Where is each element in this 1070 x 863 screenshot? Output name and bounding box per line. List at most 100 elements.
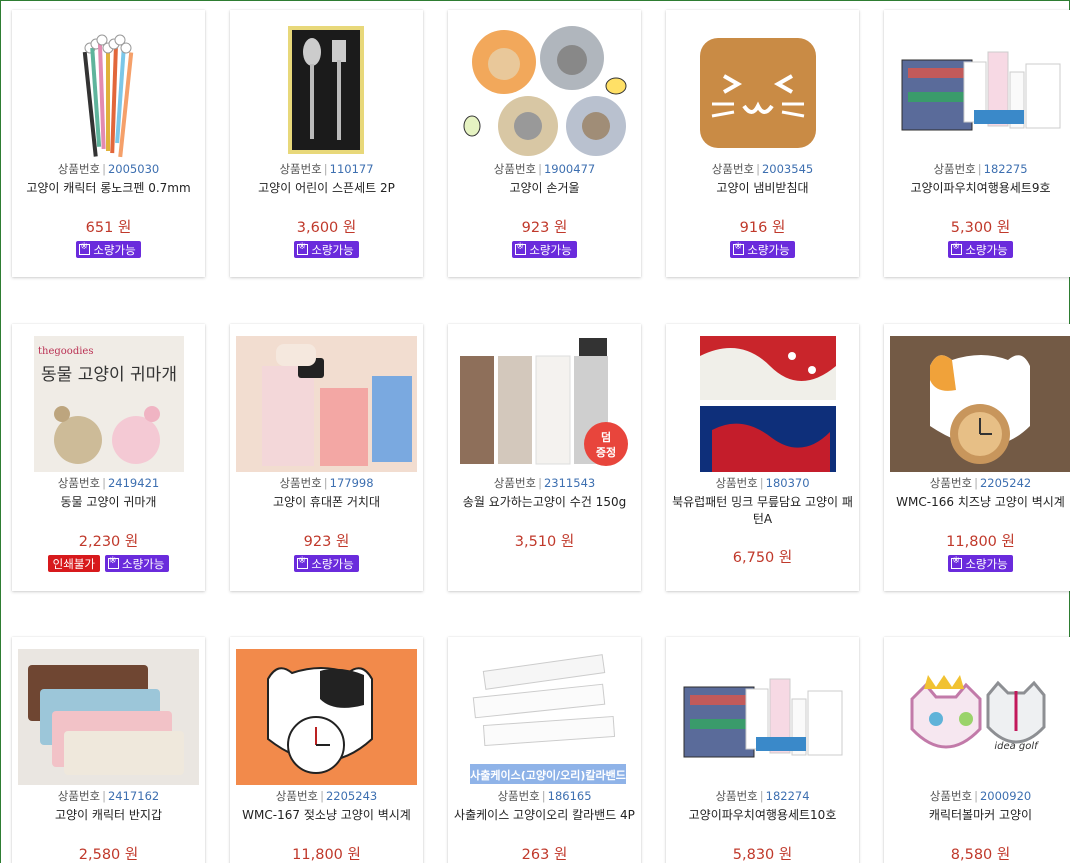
code-separator: |: [102, 789, 106, 803]
trivet-image[interactable]: [672, 22, 853, 158]
product-code-number: 2205242: [979, 476, 1032, 490]
code-separator: |: [102, 476, 106, 490]
product-code-label: 상품번호: [57, 476, 101, 490]
bandage-image[interactable]: 사출케이스(고양이/오리)칼라밴드: [454, 649, 635, 785]
product-name[interactable]: 캐릭터볼마커 고양이: [888, 807, 1070, 824]
product-name[interactable]: WMC-166 치즈냥 고양이 벽시계: [888, 494, 1070, 511]
product-card[interactable]: 상품번호|2005030 고양이 캐릭터 롱노크펜 0.7mm 651 원소량가능: [12, 10, 205, 277]
small-qty-badge: 소량가능: [512, 241, 577, 258]
product-price: 651 원: [85, 220, 132, 236]
code-separator: |: [756, 162, 760, 176]
product-price: 11,800 원: [946, 534, 1015, 550]
clock-orange-image[interactable]: [890, 336, 1070, 472]
product-code-label: 상품번호: [279, 162, 322, 176]
small-qty-label: 소량가능: [122, 556, 165, 571]
small-qty-badge: 소량가능: [76, 241, 141, 258]
code-separator: |: [538, 476, 542, 490]
product-name[interactable]: 고양이 손거울: [452, 180, 637, 197]
product-code-number: 110177: [329, 162, 374, 176]
phone-stand-image[interactable]: [236, 336, 417, 472]
badge-group: 소량가능: [448, 241, 641, 258]
product-name[interactable]: 고양이 어린이 스픈세트 2P: [234, 180, 419, 197]
cat-mirror-image[interactable]: [454, 22, 635, 158]
product-card[interactable]: 상품번호|2205242 WMC-166 치즈냥 고양이 벽시계 11,800 원소…: [884, 324, 1070, 591]
code-separator: |: [974, 476, 978, 490]
blanket-image[interactable]: [672, 336, 853, 472]
product-price: 2,580 원: [78, 847, 139, 863]
product-price: 923 원: [521, 220, 568, 236]
product-card[interactable]: thegoodies 동물 고양이 귀마개 상품번호 | 2419421 동물 고양이…: [12, 324, 205, 591]
product-code: 상품번호 | 180370: [666, 475, 859, 491]
product-card[interactable]: 상품번호 | 2417162 고양이 캐릭터 반지갑 2,580 원: [12, 637, 205, 863]
clock-black-image[interactable]: [236, 649, 417, 785]
code-separator: |: [320, 789, 324, 803]
small-qty-label: 소량가능: [965, 556, 1008, 571]
towel-image[interactable]: 덤 증정: [454, 336, 635, 472]
product-name[interactable]: 고양이파우치여행용세트10호: [670, 807, 855, 824]
pouch-set-image[interactable]: [672, 649, 853, 785]
product-name[interactable]: 북유럽패턴 밍크 무릎담요 고양이 패턴A: [670, 494, 855, 528]
wallet-image[interactable]: [18, 649, 199, 785]
product-card[interactable]: 상품번호|110177 고양이 어린이 스픈세트 2P 3,600 원소량가능: [230, 10, 423, 277]
product-code: 상품번호 | 2005030: [12, 161, 205, 177]
product-code-number: 177998: [329, 476, 374, 490]
code-separator: |: [541, 789, 546, 803]
product-price: 263 원: [521, 847, 568, 863]
product-code-number: 2003545: [761, 162, 814, 176]
product-code-number: 2417162: [107, 789, 160, 803]
product-name[interactable]: 송월 요가하는고양이 수건 150g: [452, 494, 637, 511]
product-name[interactable]: 동물 고양이 귀마개: [16, 494, 201, 511]
product-card[interactable]: 사출케이스(고양이/오리)칼라밴드 상품번호 | 186165 사출케이스 고양이오리 …: [448, 637, 641, 863]
product-card[interactable]: 상품번호 | 180370 북유럽패턴 밍크 무릎담요 고양이 패턴A 6,750 원: [666, 324, 859, 591]
svg-text:덤: 덤: [601, 430, 611, 444]
product-card[interactable]: 상품번호 | 2205243 WMC-167 젖소냥 고양이 벽시계 11,800 원: [230, 637, 423, 863]
product-card[interactable]: 상품번호|1900477 고양이 손거울 923 원소량가능: [448, 10, 641, 277]
product-name[interactable]: 사출케이스 고양이오리 칼라밴드 4P: [452, 807, 637, 824]
product-name[interactable]: WMC-167 젖소냥 고양이 벽시계: [234, 807, 419, 824]
product-code: 상품번호 | 2003545: [666, 161, 859, 177]
pouch-set-image[interactable]: [890, 22, 1070, 158]
product-code-label: 상품번호: [493, 162, 537, 176]
product-name[interactable]: 고양이 캐릭터 롱노크펜 0.7mm: [16, 180, 201, 197]
product-code-number: 2005030: [107, 162, 160, 176]
small-qty-icon: [951, 242, 963, 255]
product-code-number: 2419421: [107, 476, 160, 490]
product-code-label: 상품번호: [929, 476, 973, 490]
earmuff-image[interactable]: thegoodies 동물 고양이 귀마개: [18, 336, 199, 472]
product-name[interactable]: 고양이파우치여행용세트9호: [888, 180, 1070, 197]
small-qty-badge: 소량가능: [948, 241, 1013, 258]
pens-image[interactable]: [18, 22, 199, 158]
product-code-number: 2205243: [325, 789, 378, 803]
product-card[interactable]: 상품번호 | 182274 고양이파우치여행용세트10호 5,830 원: [666, 637, 859, 863]
product-price: 3,510 원: [514, 534, 575, 550]
svg-text:thegoodies: thegoodies: [38, 346, 93, 357]
small-qty-label: 소량가능: [529, 242, 572, 257]
ball-marker-image[interactable]: idea golf: [890, 649, 1070, 785]
product-name[interactable]: 고양이 캐릭터 반지갑: [16, 807, 201, 824]
code-separator: |: [538, 162, 542, 176]
product-code-label: 상품번호: [929, 789, 973, 803]
badge-group: 인쇄불가 소량가능: [12, 555, 205, 572]
svg-text:idea golf: idea golf: [994, 741, 1039, 752]
product-code-label: 상품번호: [933, 162, 976, 176]
small-qty-icon: [79, 242, 91, 255]
code-separator: |: [977, 162, 982, 176]
product-code-number: 1900477: [543, 162, 596, 176]
spoon-fork-image[interactable]: [236, 22, 417, 158]
product-code-label: 상품번호: [275, 789, 319, 803]
product-price: 8,580 원: [950, 847, 1011, 863]
small-qty-badge: 소량가능: [294, 241, 359, 258]
product-name[interactable]: 고양이 휴대폰 거치대: [234, 494, 419, 511]
code-separator: |: [759, 476, 764, 490]
small-qty-icon: [108, 556, 119, 569]
small-qty-icon: [733, 242, 745, 255]
badge-group: 소량가능: [230, 555, 423, 572]
product-card[interactable]: idea golf 상품번호 | 2000920 캐릭터볼마커 고양이 8,580 원: [884, 637, 1070, 863]
product-price: 3,600 원: [296, 220, 357, 236]
product-name[interactable]: 고양이 냄비받침대: [670, 180, 855, 197]
product-card[interactable]: 덤 증정 상품번호 | 2311543 송월 요가하는고양이 수건 150g 3,510 …: [448, 324, 641, 591]
product-card[interactable]: 상품번호|2003545 고양이 냄비받침대 916 원소량가능: [666, 10, 859, 277]
product-card[interactable]: 상품번호|182275 고양이파우치여행용세트9호 5,300 원소량가능: [884, 10, 1070, 277]
svg-text:증정: 증정: [596, 445, 616, 459]
product-card[interactable]: 상품번호|177998 고양이 휴대폰 거치대 923 원소량가능: [230, 324, 423, 591]
